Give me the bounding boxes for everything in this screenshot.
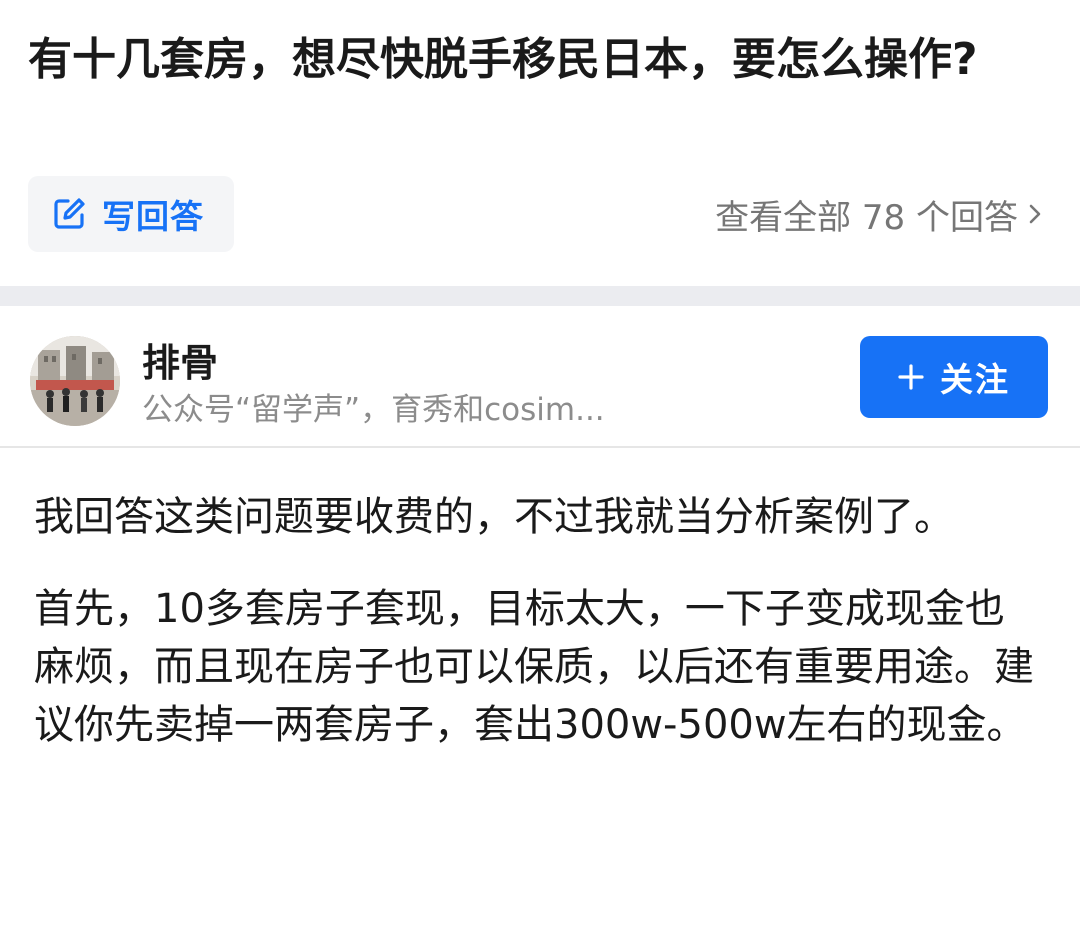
question-title[interactable]: 有十几套房，想尽快脱手移民日本，要怎么操作? xyxy=(28,32,988,88)
view-all-answers-link[interactable]: 查看全部 78 个回答 xyxy=(715,188,1042,240)
write-answer-button[interactable]: 写回答 xyxy=(28,176,234,252)
author-name[interactable]: 排骨 xyxy=(142,332,218,387)
edit-icon xyxy=(50,195,88,233)
chevron-right-icon xyxy=(1028,202,1042,226)
author-bio: 公众号“留学声”，育秀和cosim... xyxy=(142,392,605,428)
section-divider xyxy=(0,286,1080,306)
write-answer-label: 写回答 xyxy=(102,197,204,236)
answer-paragraph: 首先，10多套房子套现，目标太大，一下子变成现金也麻烦，而且现在房子也可以保质，… xyxy=(34,586,1034,748)
answer-content[interactable]: 我回答这类问题要收费的，不过我就当分析案例了。 首先，10多套房子套现，目标太大… xyxy=(0,448,1080,951)
question-section: 有十几套房，想尽快脱手移民日本，要怎么操作? 写回答 查看全部 78 个回答 xyxy=(0,0,1080,286)
follow-button[interactable]: 关注 xyxy=(860,336,1048,418)
avatar[interactable] xyxy=(30,336,120,426)
follow-label: 关注 xyxy=(940,360,1010,399)
answer-author-header: 排骨 公众号“留学声”，育秀和cosim... 关注 xyxy=(0,306,1080,448)
answer-paragraph: 我回答这类问题要收费的，不过我就当分析案例了。 xyxy=(34,494,954,540)
view-all-answers-label: 查看全部 78 个回答 xyxy=(715,197,1018,238)
plus-icon xyxy=(898,364,924,390)
